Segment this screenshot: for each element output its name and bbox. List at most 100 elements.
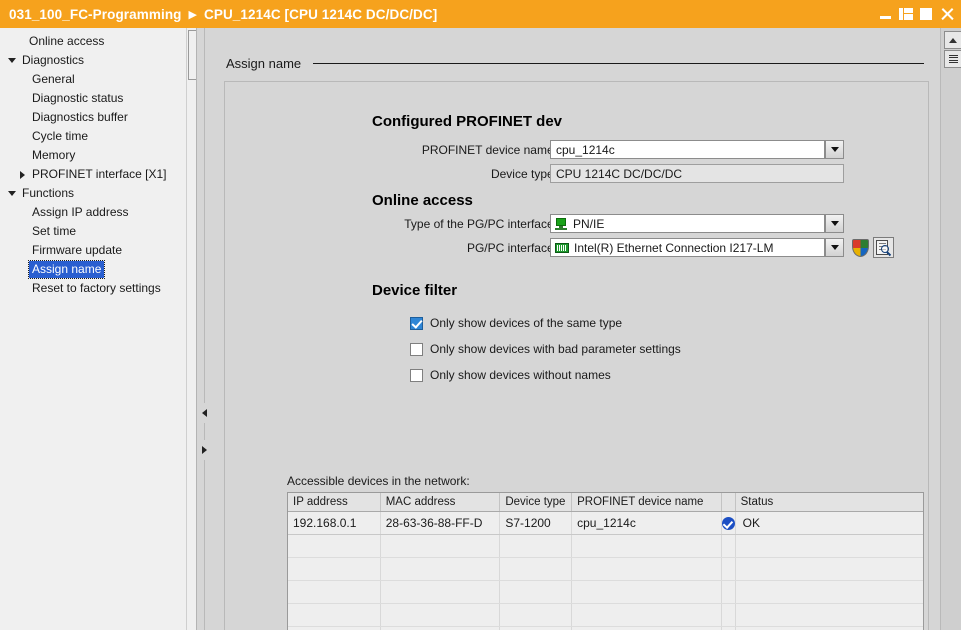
table-row[interactable] [288, 581, 923, 604]
column-header-profinet-device-name[interactable]: PROFINET device name [572, 493, 722, 511]
sidebar-item-label: Set time [32, 224, 77, 238]
profinet-device-name-label: PROFINET device name: [421, 143, 557, 157]
chevron-right-icon[interactable] [15, 165, 29, 184]
online-access-section-title: Online access [372, 192, 473, 209]
filter-bad-parameters-label: Only show devices with bad parameter set… [430, 342, 681, 356]
tia-portal-window: 031_100_FC-Programming ▶ CPU_1214C [CPU … [0, 0, 961, 630]
restore-icon[interactable] [899, 8, 913, 20]
sidebar-item-memory[interactable]: Memory [0, 146, 196, 165]
device-type-value-field: CPU 1214C DC/DC/DC [550, 164, 844, 183]
sidebar-item-online-access[interactable]: Online access [0, 32, 196, 51]
filter-without-names-checkbox[interactable] [410, 368, 423, 382]
table-row[interactable] [288, 535, 923, 558]
table-header-row: IP address MAC address Device type PROFI… [288, 493, 923, 512]
cell-mac-address: 28-63-36-88-FF-D [381, 512, 501, 534]
close-icon[interactable] [940, 7, 955, 21]
device-type-label: Device type: [490, 167, 557, 181]
sidebar-item-firmware-update[interactable]: Firmware update [0, 241, 196, 260]
scroll-up-button[interactable] [944, 31, 961, 49]
filter-same-type-label: Only show devices of the same type [430, 316, 623, 330]
sidebar-item-label: Functions [22, 186, 75, 200]
column-header-mac-address[interactable]: MAC address [381, 493, 501, 511]
sidebar-item-label: Memory [32, 148, 76, 162]
profinet-device-name-input[interactable]: cpu_1214c [550, 140, 825, 159]
sidebar-scrollbar-thumb[interactable] [188, 30, 196, 80]
pg-pc-interface-label: PG/PC interface: [466, 241, 557, 255]
column-header-status-icon[interactable] [722, 493, 736, 511]
splitter-expand-right-button[interactable] [198, 440, 211, 460]
sidebar-item-diagnostic-status[interactable]: Diagnostic status [0, 89, 196, 108]
cell-status: OK [736, 512, 923, 534]
chevron-down-icon[interactable] [5, 51, 19, 70]
page-header: Assign name [213, 50, 940, 76]
sidebar-item-label: General [32, 72, 75, 86]
filter-without-names-row[interactable]: Only show devices without names [410, 366, 611, 384]
page-header-rule [313, 62, 924, 64]
sidebar-item-label: PROFINET interface [X1] [32, 167, 167, 181]
splitter-collapse-left-button[interactable] [198, 403, 211, 423]
sidebar-item-assign-name[interactable]: Assign name [0, 260, 196, 279]
sidebar-item-set-time[interactable]: Set time [0, 222, 196, 241]
title-project-name: 031_100_FC-Programming [9, 6, 182, 22]
assign-name-form: Configured PROFINET dev PROFINET device … [224, 81, 929, 630]
sidebar-item-label: Cycle time [32, 129, 89, 143]
sidebar-item-label: Firmware update [32, 243, 123, 257]
maximize-icon[interactable] [920, 7, 933, 21]
pg-pc-interface-input[interactable]: Intel(R) Ethernet Connection I217-LM [550, 238, 825, 257]
pg-pc-interface-type-label: Type of the PG/PC interface: [404, 217, 557, 231]
window-controls [879, 0, 955, 28]
sidebar-tree: Online access Diagnostics General Diagno… [0, 28, 196, 298]
sidebar-item-diagnostics[interactable]: Diagnostics [0, 51, 196, 70]
navigation-sidebar: Online access Diagnostics General Diagno… [0, 28, 197, 630]
pg-pc-interface-dropdown-button[interactable] [825, 238, 844, 257]
cell-device-type: S7-1200 [500, 512, 573, 534]
column-header-ip-address[interactable]: IP address [288, 493, 381, 511]
pg-pc-interface-type-value: PN/IE [573, 216, 605, 231]
content-vertical-scrollbar[interactable] [940, 28, 961, 630]
pg-pc-interface-type-input[interactable]: PN/IE [550, 214, 825, 233]
column-header-status[interactable]: Status [736, 493, 923, 511]
table-row[interactable]: 192.168.0.1 28-63-36-88-FF-D S7-1200 cpu… [288, 512, 923, 535]
profinet-device-name-value: cpu_1214c [556, 142, 615, 157]
sidebar-item-functions[interactable]: Functions [0, 184, 196, 203]
filter-without-names-label: Only show devices without names [430, 368, 611, 382]
filter-same-type-row[interactable]: Only show devices of the same type [410, 314, 622, 332]
panel-splitter[interactable] [197, 28, 213, 630]
browse-network-icon[interactable] [873, 237, 894, 258]
content-pane: Assign name Configured PROFINET dev PROF… [213, 28, 940, 630]
sidebar-item-reset-to-factory-settings[interactable]: Reset to factory settings [0, 279, 196, 298]
profinet-device-name-dropdown-button[interactable] [825, 140, 844, 159]
page-title: Assign name [226, 55, 302, 71]
device-type-value: CPU 1214C DC/DC/DC [556, 166, 683, 181]
title-device-name: CPU_1214C [CPU 1214C DC/DC/DC] [204, 6, 438, 22]
cell-ip-address: 192.168.0.1 [288, 512, 381, 534]
table-row[interactable] [288, 558, 923, 581]
chevron-down-icon[interactable] [5, 184, 19, 203]
minimize-icon[interactable] [879, 8, 892, 21]
sidebar-item-assign-ip-address[interactable]: Assign IP address [0, 203, 196, 222]
accessible-devices-table[interactable]: IP address MAC address Device type PROFI… [287, 492, 924, 630]
configure-interface-icon[interactable] [850, 237, 871, 258]
splitter-line [204, 28, 205, 630]
pg-pc-interface-type-dropdown-button[interactable] [825, 214, 844, 233]
configured-device-section-title: Configured PROFINET dev [372, 113, 563, 130]
column-header-device-type[interactable]: Device type [500, 493, 573, 511]
sidebar-item-label: Online access [29, 34, 105, 48]
sidebar-scrollbar[interactable] [186, 28, 196, 630]
filter-same-type-checkbox[interactable] [410, 316, 423, 330]
sidebar-item-diagnostics-buffer[interactable]: Diagnostics buffer [0, 108, 196, 127]
window-title-bar: 031_100_FC-Programming ▶ CPU_1214C [CPU … [0, 0, 961, 28]
filter-bad-parameters-row[interactable]: Only show devices with bad parameter set… [410, 340, 681, 358]
table-row[interactable] [288, 604, 923, 627]
scrollbar-options-button[interactable] [944, 50, 961, 68]
sidebar-item-cycle-time[interactable]: Cycle time [0, 127, 196, 146]
sidebar-item-label: Diagnostics buffer [32, 110, 128, 124]
network-card-icon [555, 242, 569, 254]
sidebar-item-profinet-interface[interactable]: PROFINET interface [X1] [0, 165, 196, 184]
sidebar-item-label: Diagnostic status [32, 91, 124, 105]
status-ok-icon [721, 512, 736, 534]
sidebar-item-general[interactable]: General [0, 70, 196, 89]
pc-network-icon [555, 217, 568, 230]
filter-bad-parameters-checkbox[interactable] [410, 342, 423, 356]
sidebar-item-label: Assign name [27, 260, 106, 279]
